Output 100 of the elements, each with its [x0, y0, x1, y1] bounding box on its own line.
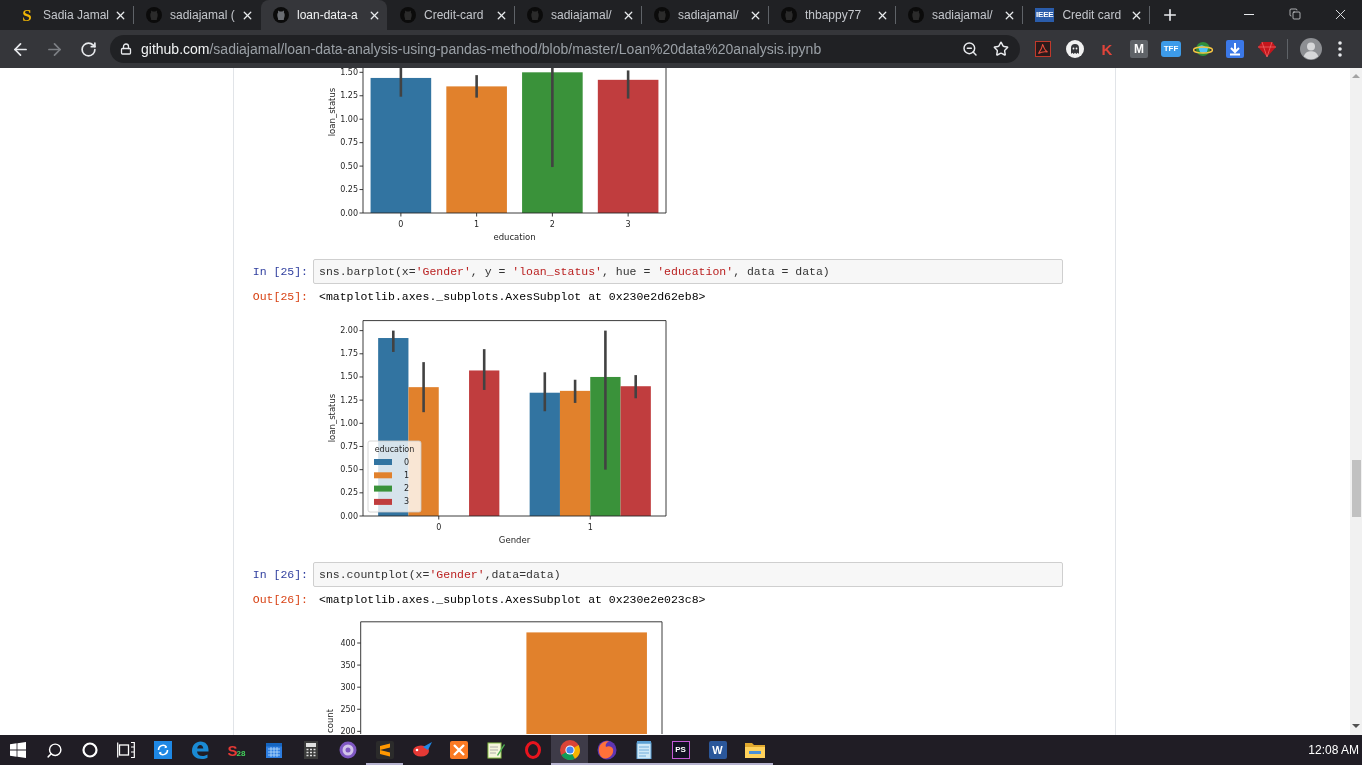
cat-logo-icon	[273, 7, 289, 23]
plus-icon	[1161, 6, 1179, 24]
tick-label: 0.50	[340, 465, 358, 475]
browser-tab[interactable]: sadiajamal/	[515, 0, 641, 30]
calendar-icon	[264, 741, 283, 759]
zoom-out-icon	[962, 41, 978, 57]
ring-icon	[82, 742, 98, 758]
tick-label: 2.00	[340, 326, 358, 336]
tick-label: 0.75	[340, 138, 358, 148]
calculator-icon	[303, 741, 318, 759]
tick-label: 1.00	[340, 114, 358, 124]
lock-icon	[120, 43, 132, 55]
scroll-up-arrow-icon	[1352, 74, 1360, 78]
output-text: <matplotlib.axes._subplots.AxesSubplot at 0x230e2d62eb8>	[319, 289, 706, 306]
reload-icon	[79, 40, 97, 58]
cat-logo-icon	[400, 7, 416, 23]
wheel-logo-icon	[559, 740, 580, 760]
error-bar	[626, 70, 630, 99]
tick-label: 0.75	[340, 442, 358, 451]
error-bar	[573, 379, 577, 403]
legend-label: 3	[404, 497, 410, 507]
fox-globe-icon	[596, 740, 617, 760]
error-bar	[392, 330, 395, 352]
tick-label: 0	[398, 220, 404, 229]
avatar-icon	[1300, 38, 1322, 60]
o-ring-icon	[524, 741, 541, 759]
clock-text[interactable]: 12:08 AM	[1308, 741, 1359, 759]
error-bar	[482, 349, 486, 390]
favicon-tile: IEEE	[1035, 8, 1055, 22]
axis-label: Gender	[498, 535, 531, 545]
profile-button[interactable]	[1297, 35, 1325, 63]
search-icon	[45, 741, 63, 759]
sphere-icon	[338, 741, 357, 759]
tick-label: 0	[436, 523, 442, 532]
tick-label: 1.00	[340, 418, 358, 428]
output-text: <matplotlib.axes._subplots.AxesSubplot at 0x230e2e023c8>	[319, 592, 706, 609]
notepad-icon	[635, 741, 652, 759]
browser-tab[interactable]: sadiajamal/	[642, 0, 768, 30]
browser-tab[interactable]: sadiajamal (	[134, 0, 260, 30]
error-bar	[399, 68, 403, 97]
legend-label: 2	[404, 484, 410, 494]
cat-logo-icon	[908, 7, 924, 23]
tick-label: 0.50	[340, 161, 358, 171]
x-tile-icon	[449, 741, 468, 759]
axis-label: education	[493, 232, 536, 242]
tick-label: 1.25	[340, 395, 358, 405]
scroll-down-arrow-icon	[1352, 724, 1360, 728]
tick-label: 400	[340, 638, 356, 648]
taskbar-app-button[interactable]	[551, 735, 588, 765]
tick-label: 1.50	[340, 372, 358, 382]
error-bar	[634, 375, 637, 399]
bird-icon	[410, 741, 433, 759]
tick-label: 2	[549, 220, 555, 229]
badge-count: 28	[236, 749, 246, 758]
tick-label: 1.50	[340, 68, 358, 77]
cat-logo-icon	[781, 7, 797, 23]
notepad-icon	[486, 741, 505, 759]
tick-label: 0.00	[340, 511, 358, 521]
axis-label: loan_status	[327, 393, 337, 443]
folder-icon	[744, 742, 765, 758]
scrollbar-thumb[interactable]	[1351, 460, 1361, 517]
axis-label: loan_status	[327, 87, 337, 137]
output-prompt: Out[26]:	[251, 592, 308, 609]
s-shape-tile-icon	[375, 741, 394, 759]
browser-tab[interactable]: thbappy77	[769, 0, 895, 30]
legend-title: education	[374, 445, 415, 454]
tick-label: 0.25	[340, 185, 358, 195]
extension-button[interactable]: M	[1125, 35, 1153, 63]
cat-logo-icon	[527, 7, 543, 23]
error-bar	[475, 75, 478, 98]
browser-tab[interactable]: IEEE Credit card	[1023, 0, 1149, 30]
scrollbar[interactable]	[1350, 68, 1362, 735]
globe-icon	[1193, 40, 1213, 58]
tick-label: 1	[587, 523, 593, 532]
input-prompt: In [25]:	[251, 263, 308, 280]
gem-icon	[1258, 40, 1276, 58]
tick-label: 350	[340, 660, 356, 670]
address-bar[interactable]: github.com/sadiajamal/loan-data-analysis-using-pandas-method/blob/master/Loan%20data%20analysis.ipynb	[110, 35, 1020, 63]
tick-label: 1.75	[340, 349, 358, 359]
taskbar-app-button[interactable]: S28	[218, 735, 255, 765]
cat-logo-icon	[146, 7, 162, 23]
legend-label: 1	[404, 470, 410, 480]
minimize-icon	[1244, 13, 1254, 15]
ghost-icon	[1066, 40, 1084, 58]
output-prompt: Out[25]:	[251, 289, 308, 306]
four-panes-icon	[10, 742, 26, 758]
task-view-icon	[117, 742, 135, 758]
browser-tab[interactable]: Credit-card	[388, 0, 514, 30]
browser-tab[interactable]: S Sadia Jamal	[7, 0, 133, 30]
input-prompt: In [26]:	[251, 566, 308, 583]
tick-label: 250	[340, 704, 356, 714]
browser-tab[interactable]: sadiajamal/	[896, 0, 1022, 30]
error-bar	[422, 362, 425, 413]
taskbar-app-button[interactable]: PS	[662, 735, 699, 765]
tick-label: 1.25	[340, 91, 358, 101]
browser-tab[interactable]: loan-data-a	[261, 0, 387, 30]
tick-label: 0.25	[340, 488, 358, 498]
error-bar	[543, 372, 547, 412]
taskbar-app-button[interactable]: W	[699, 735, 736, 765]
sync-tile-icon	[153, 741, 172, 759]
